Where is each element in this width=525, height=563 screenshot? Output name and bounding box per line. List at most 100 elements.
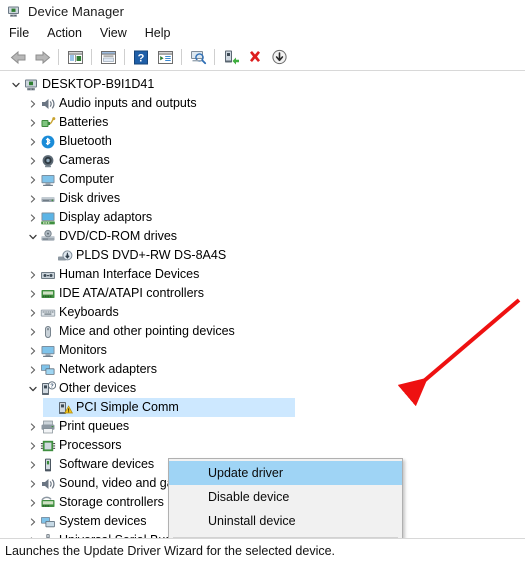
- chevron-right-icon[interactable]: [26, 517, 39, 526]
- chevron-right-icon[interactable]: [26, 346, 39, 355]
- chevron-right-icon[interactable]: [26, 156, 39, 165]
- toolbar-separator-3: [124, 49, 125, 65]
- menu-view[interactable]: View: [100, 25, 136, 41]
- tree-item-label: Computer: [59, 172, 114, 186]
- printer-icon: [39, 419, 56, 435]
- help-icon[interactable]: ?: [129, 46, 153, 68]
- chevron-right-icon[interactable]: [26, 498, 39, 507]
- chevron-right-icon[interactable]: [26, 175, 39, 184]
- tree-item-label: PLDS DVD+-RW DS-8A4S: [76, 248, 227, 262]
- chevron-right-icon[interactable]: [26, 365, 39, 374]
- optical-drive-icon: [39, 229, 56, 245]
- chevron-right-icon[interactable]: [26, 327, 39, 336]
- tree-item-label: Display adaptors: [59, 210, 153, 224]
- chevron-down-icon[interactable]: [26, 385, 39, 393]
- menu-file[interactable]: File: [9, 25, 38, 41]
- tree-item[interactable]: IDE ATA/ATAPI controllers: [0, 284, 525, 303]
- chevron-right-icon[interactable]: [26, 479, 39, 488]
- ide-controller-icon: [39, 286, 56, 302]
- hid-icon: [39, 267, 56, 283]
- tree-item[interactable]: DESKTOP-B9I1D41: [0, 75, 525, 94]
- tree-item-label: Batteries: [59, 115, 109, 129]
- tree-item[interactable]: Audio inputs and outputs: [0, 94, 525, 113]
- chevron-down-icon[interactable]: [9, 81, 22, 89]
- chevron-right-icon[interactable]: [26, 99, 39, 108]
- show-hide-console-tree-icon[interactable]: [63, 46, 87, 68]
- disk-drive-icon: [39, 191, 56, 207]
- chevron-right-icon[interactable]: [26, 213, 39, 222]
- show-hide-action-pane-icon[interactable]: [153, 46, 177, 68]
- forward-arrow-icon[interactable]: [30, 46, 54, 68]
- tree-item-label: IDE ATA/ATAPI controllers: [59, 286, 204, 300]
- chevron-right-icon[interactable]: [26, 118, 39, 127]
- chevron-down-icon[interactable]: [26, 233, 39, 241]
- tree-item[interactable]: Print queues: [0, 417, 525, 436]
- chevron-right-icon[interactable]: [26, 460, 39, 469]
- chevron-right-icon[interactable]: [26, 536, 39, 538]
- tree-item[interactable]: Processors: [0, 436, 525, 455]
- context-menu-item[interactable]: Uninstall device: [169, 509, 402, 533]
- tree-item[interactable]: DVD/CD-ROM drives: [0, 227, 525, 246]
- device-tree[interactable]: DESKTOP-B9I1D41 Audio inputs and outputs B…: [0, 71, 525, 538]
- tree-item[interactable]: Keyboards: [0, 303, 525, 322]
- menu-bar: File Action View Help: [0, 22, 525, 44]
- context-menu-item[interactable]: Update driver: [169, 461, 402, 485]
- keyboard-icon: [39, 305, 56, 321]
- toolbar-separator-2: [91, 49, 92, 65]
- context-menu-item[interactable]: Disable device: [169, 485, 402, 509]
- uninstall-device-icon[interactable]: [243, 46, 267, 68]
- system-device-icon: [39, 514, 56, 530]
- chevron-right-icon[interactable]: [26, 441, 39, 450]
- tree-item[interactable]: Monitors: [0, 341, 525, 360]
- tree-item-label: Processors: [59, 438, 122, 452]
- context-menu-separator: [173, 537, 398, 538]
- speaker-icon: [39, 96, 56, 112]
- status-bar: Launches the Update Driver Wizard for th…: [0, 538, 525, 563]
- tree-item[interactable]: Batteries: [0, 113, 525, 132]
- chevron-right-icon[interactable]: [26, 308, 39, 317]
- tree-item[interactable]: ? Other devices: [0, 379, 525, 398]
- tree-item[interactable]: Disk drives: [0, 189, 525, 208]
- tree-item[interactable]: Cameras: [0, 151, 525, 170]
- tree-item-label: Audio inputs and outputs: [59, 96, 197, 110]
- software-device-icon: [39, 457, 56, 473]
- display-adapter-icon: [39, 210, 56, 226]
- update-driver-icon[interactable]: [219, 46, 243, 68]
- svg-text:?: ?: [138, 52, 145, 64]
- tree-item-label: DESKTOP-B9I1D41: [42, 77, 155, 91]
- tree-item[interactable]: Mice and other pointing devices: [0, 322, 525, 341]
- menu-action[interactable]: Action: [47, 25, 91, 41]
- camera-icon: [39, 153, 56, 169]
- mouse-icon: [39, 324, 56, 340]
- toolbar-separator-4: [181, 49, 182, 65]
- context-menu[interactable]: Update driver Disable device Uninstall dev…: [168, 458, 403, 538]
- tree-item[interactable]: PCI Simple Comm: [0, 398, 525, 417]
- tree-item[interactable]: Network adapters: [0, 360, 525, 379]
- tree-item-label: Software devices: [59, 457, 155, 471]
- chevron-right-icon[interactable]: [26, 137, 39, 146]
- optical-disc-icon: [56, 248, 73, 264]
- bluetooth-icon: [39, 134, 56, 150]
- tree-item[interactable]: Display adaptors: [0, 208, 525, 227]
- chevron-right-icon[interactable]: [26, 270, 39, 279]
- title-bar: Device Manager: [0, 0, 525, 22]
- scan-hardware-changes-icon[interactable]: [186, 46, 210, 68]
- tree-item[interactable]: PLDS DVD+-RW DS-8A4S: [0, 246, 525, 265]
- toolbar: ?: [0, 44, 525, 71]
- network-adapter-icon: [39, 362, 56, 378]
- tree-item[interactable]: Computer: [0, 170, 525, 189]
- disable-device-icon[interactable]: [267, 46, 291, 68]
- warning-device-icon: [56, 400, 73, 416]
- tree-item[interactable]: Bluetooth: [0, 132, 525, 151]
- back-arrow-icon[interactable]: [6, 46, 30, 68]
- chevron-right-icon[interactable]: [26, 194, 39, 203]
- tree-item[interactable]: Human Interface Devices: [0, 265, 525, 284]
- chevron-right-icon[interactable]: [26, 422, 39, 431]
- menu-help[interactable]: Help: [145, 25, 180, 41]
- chevron-right-icon[interactable]: [26, 289, 39, 298]
- processor-icon: [39, 438, 56, 454]
- tree-item-label: Print queues: [59, 419, 130, 433]
- properties-icon[interactable]: [96, 46, 120, 68]
- tree-item-label: Keyboards: [59, 305, 119, 319]
- computer-icon: [22, 77, 39, 93]
